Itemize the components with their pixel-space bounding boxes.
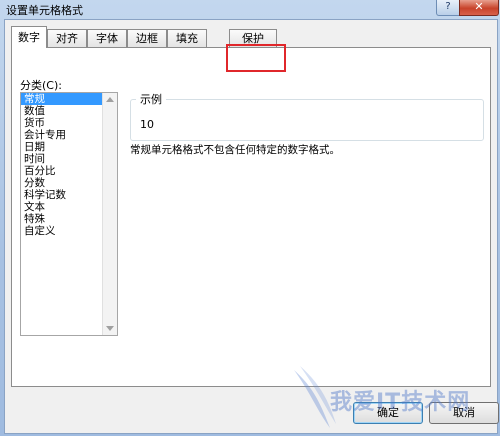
tab-fill[interactable]: 填充 (167, 29, 207, 47)
category-list[interactable]: 常规 数值 货币 会计专用 日期 时间 百分比 分数 科学记数 文本 特殊 自定… (20, 92, 118, 336)
sample-title: 示例 (136, 91, 166, 107)
help-button[interactable]: ? (436, 0, 460, 16)
sample-value: 10 (140, 118, 154, 131)
tab-border[interactable]: 边框 (127, 29, 167, 47)
scroll-up-icon[interactable] (106, 97, 114, 102)
tab-alignment[interactable]: 对齐 (47, 29, 87, 47)
format-description: 常规单元格格式不包含任何特定的数字格式。 (130, 144, 340, 156)
dialog-title: 设置单元格格式 (6, 4, 83, 17)
tab-number[interactable]: 数字 (11, 26, 47, 48)
sample-group-box (130, 99, 484, 141)
cancel-button[interactable]: 取消 (429, 402, 499, 424)
title-bar[interactable]: 设置单元格格式 ? ✕ (0, 0, 500, 18)
close-button[interactable]: ✕ (459, 0, 499, 16)
ok-button[interactable]: 确定 (353, 402, 423, 424)
category-scrollbar[interactable] (102, 93, 117, 335)
protection-tab-highlight (226, 44, 286, 72)
number-tab-panel: 分类(C): 常规 数值 货币 会计专用 日期 时间 百分比 分数 科学记数 文… (11, 47, 491, 387)
scroll-down-icon[interactable] (106, 326, 114, 331)
category-label: 分类(C): (20, 79, 62, 92)
tab-font[interactable]: 字体 (87, 29, 127, 47)
format-cells-dialog: 设置单元格格式 ? ✕ 数字 对齐 字体 边框 填充 保护 分类(C): 常规 … (0, 0, 500, 436)
dialog-body: 数字 对齐 字体 边框 填充 保护 分类(C): 常规 数值 货币 会计专用 日… (4, 19, 499, 434)
